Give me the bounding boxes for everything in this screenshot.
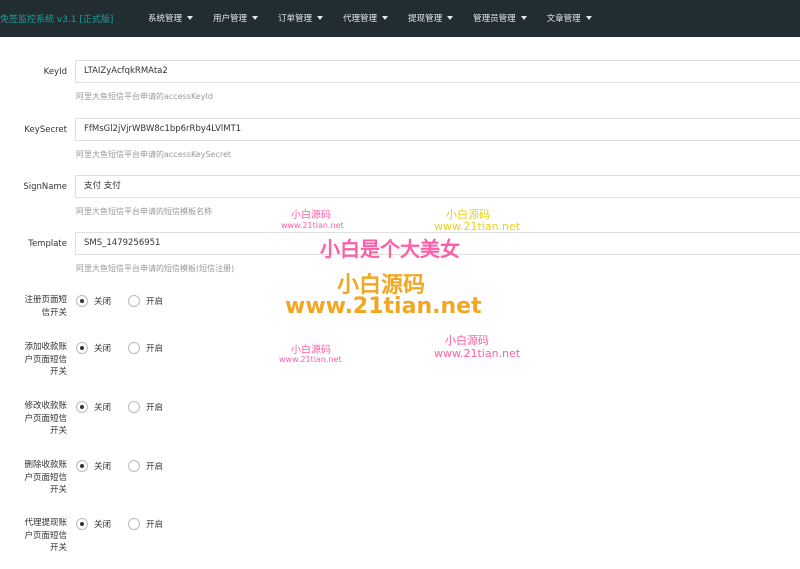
radio-label: 关闭 [94, 403, 112, 413]
label-line: 户页面短信 [24, 354, 67, 365]
caret-down-icon [187, 16, 194, 20]
radio-unchecked-icon [128, 295, 141, 307]
radio-unchecked-icon [128, 401, 141, 413]
radio-on[interactable]: 开启 [128, 342, 163, 354]
switch-add-account-radios: 关闭 开启 [76, 342, 180, 354]
radio-checked-icon [76, 295, 88, 307]
label-line: 开关 [49, 485, 67, 495]
keyid-input[interactable]: LTAIZyAcfqkRMAta2 [75, 60, 800, 83]
menu-agents[interactable]: 代理管理 [343, 12, 389, 24]
label-line: 开关 [49, 543, 67, 553]
label-line: 修改收款账 [24, 401, 67, 411]
switch-register-label: 注册页面短 信开关 [24, 294, 67, 319]
menu-label: 订单管理 [278, 14, 313, 24]
switch-add-account-label: 添加收款账 户页面短信 开关 [24, 341, 67, 379]
label-line: 户页面短信 [24, 530, 67, 541]
switch-register-radios: 关闭 开启 [76, 295, 180, 307]
watermark-logo: 小白源码 [445, 334, 489, 347]
radio-on[interactable]: 开启 [128, 460, 163, 472]
radio-label: 关闭 [94, 462, 112, 472]
template-hint: 阿里大鱼短信平台申请的短信模板(短信注册) [76, 264, 235, 273]
template-input[interactable]: SMS_1479256951 [75, 232, 800, 255]
radio-on[interactable]: 开启 [128, 401, 163, 413]
menu-users[interactable]: 用户管理 [213, 12, 259, 24]
caret-down-icon [317, 16, 324, 20]
radio-unchecked-icon [128, 460, 141, 472]
watermark-logo: 小白源码 [446, 208, 490, 221]
switch-edit-account-radios: 关闭 开启 [76, 401, 180, 413]
radio-label: 开启 [146, 520, 164, 530]
radio-label: 关闭 [94, 297, 112, 307]
label-line: 注册页面短 [24, 295, 67, 305]
label-line: 添加收款账 [24, 342, 67, 352]
radio-checked-icon [76, 460, 88, 472]
switch-agent-withdraw-label: 代理提现账 户页面短信 开关 [24, 517, 67, 555]
signname-hint: 阿里大鱼短信平台申请的短信模板名称 [76, 207, 212, 216]
label-line: 开关 [49, 367, 67, 377]
menu-label: 管理员管理 [473, 14, 516, 24]
radio-checked-icon [76, 342, 88, 354]
radio-off[interactable]: 关闭 [76, 460, 111, 472]
caret-down-icon [520, 16, 527, 20]
radio-off[interactable]: 关闭 [76, 342, 111, 354]
label-line: 开关 [49, 426, 67, 436]
keysecret-hint: 阿里大鱼短信平台申请的accessKeySecret [76, 150, 232, 159]
radio-unchecked-icon [128, 342, 141, 354]
template-label: Template [28, 239, 67, 249]
switch-agent-withdraw-radios: 关闭 开启 [76, 518, 180, 530]
radio-on[interactable]: 开启 [128, 295, 163, 307]
caret-down-icon [447, 16, 454, 20]
switch-delete-account-radios: 关闭 开启 [76, 460, 180, 472]
switch-edit-account-label: 修改收款账 户页面短信 开关 [24, 400, 67, 438]
label-line: 户页面短信 [24, 472, 67, 483]
signname-label: SignName [23, 182, 67, 192]
radio-off[interactable]: 关闭 [76, 518, 111, 530]
label-line: 代理提现账 [24, 518, 67, 528]
radio-on[interactable]: 开启 [128, 518, 163, 530]
signname-input[interactable]: 支付 支付 [75, 175, 800, 198]
radio-label: 开启 [146, 344, 164, 354]
radio-checked-icon [76, 401, 88, 413]
menu-label: 用户管理 [213, 14, 248, 24]
menu-label: 提现管理 [408, 14, 443, 24]
watermark-url: www.21tian.net [285, 294, 482, 319]
radio-label: 开启 [146, 297, 164, 307]
menu-admins[interactable]: 管理员管理 [473, 12, 527, 24]
menu-label: 文章管理 [546, 14, 581, 24]
radio-checked-icon [76, 518, 88, 530]
menu-withdraw[interactable]: 提现管理 [408, 12, 454, 24]
keysecret-label: KeySecret [24, 125, 67, 135]
radio-label: 开启 [146, 462, 164, 472]
keysecret-input[interactable]: FfMsGl2jVjrWBW8c1bp6rRby4LVlMT1 [75, 118, 800, 141]
radio-unchecked-icon [128, 518, 141, 530]
switch-delete-account-label: 删除收款账 户页面短信 开关 [24, 459, 67, 497]
app-title[interactable]: 免签监控系统 v3.1 [正式版] [0, 12, 113, 25]
watermark-url: www.21tian.net [434, 347, 521, 360]
main-menu: 系统管理 用户管理 订单管理 代理管理 提现管理 管理员管理 文章管理 [148, 12, 612, 24]
menu-orders[interactable]: 订单管理 [278, 12, 324, 24]
watermark-logo: 小白源码 [291, 345, 331, 356]
label-line: 户页面短信 [24, 413, 67, 424]
watermark-logo: 小白源码 [291, 210, 331, 221]
keyid-hint: 阿里大鱼短信平台申请的accessKeyId [76, 92, 213, 101]
menu-articles[interactable]: 文章管理 [547, 12, 592, 24]
radio-off[interactable]: 关闭 [76, 295, 111, 307]
menu-system[interactable]: 系统管理 [148, 12, 194, 24]
radio-label: 关闭 [94, 520, 112, 530]
watermark-url: www.21tian.net [281, 221, 344, 230]
top-navbar: 免签监控系统 v3.1 [正式版] 系统管理 用户管理 订单管理 代理管理 提现… [0, 0, 800, 37]
caret-down-icon [252, 16, 259, 20]
radio-label: 关闭 [94, 344, 112, 354]
caret-down-icon [585, 16, 592, 20]
caret-down-icon [382, 16, 389, 20]
keyid-label: KeyId [43, 67, 67, 77]
label-line: 信开关 [41, 307, 67, 318]
watermark-url: www.21tian.net [279, 355, 342, 364]
label-line: 删除收款账 [24, 460, 67, 470]
radio-off[interactable]: 关闭 [76, 401, 111, 413]
radio-label: 开启 [146, 403, 164, 413]
menu-label: 系统管理 [148, 14, 183, 24]
menu-label: 代理管理 [343, 14, 378, 24]
watermark-logo: 小白源码 [337, 273, 426, 298]
